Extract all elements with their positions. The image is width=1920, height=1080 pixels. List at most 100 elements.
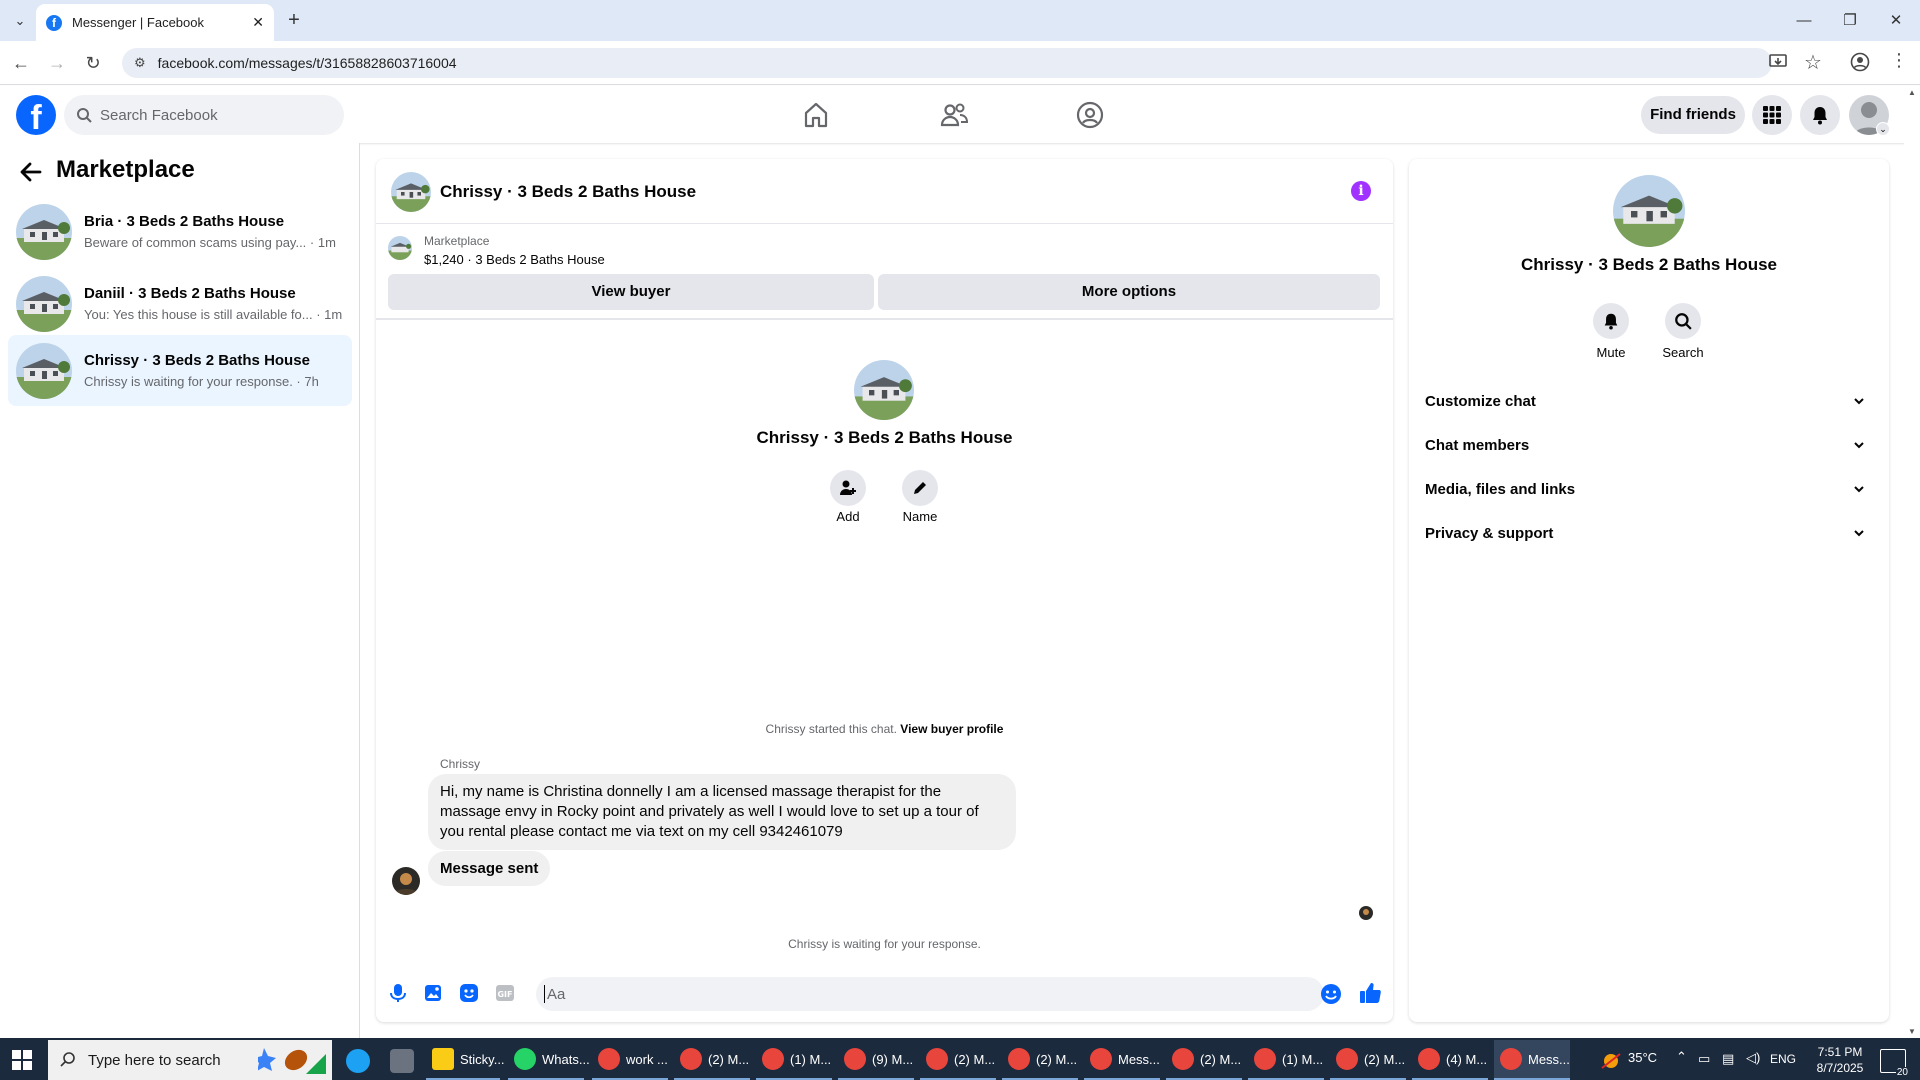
taskbar-clock[interactable]: 7:51 PM 8/7/2025: [1810, 1044, 1870, 1076]
incoming-message-bubble[interactable]: Hi, my name is Christina donnelly I am a…: [428, 774, 1016, 850]
search-highlight-icon: [258, 1044, 328, 1076]
new-tab-button[interactable]: +: [282, 9, 306, 33]
network-icon[interactable]: ▤: [1722, 1051, 1734, 1067]
close-window-icon[interactable]: ✕: [1884, 9, 1908, 33]
taskbar-item[interactable]: (2) M...: [674, 1040, 750, 1080]
show-hidden-icons-icon[interactable]: ⌃: [1676, 1049, 1687, 1065]
back-arrow-icon[interactable]: [18, 159, 44, 185]
chat-started-text: Chrissy started this chat.: [765, 722, 897, 736]
info-icon[interactable]: i: [1351, 181, 1371, 201]
notifications-center-icon[interactable]: 20: [1880, 1049, 1909, 1078]
restore-icon[interactable]: ❐: [1838, 9, 1862, 33]
chrome-icon: [1090, 1048, 1112, 1070]
close-tab-icon[interactable]: ✕: [252, 14, 264, 31]
friends-icon[interactable]: [938, 99, 970, 131]
view-buyer-button[interactable]: View buyer: [388, 274, 874, 310]
sender-avatar[interactable]: [392, 867, 420, 895]
notifications-bell-icon[interactable]: [1800, 95, 1840, 135]
facebook-search-input[interactable]: Search Facebook: [64, 95, 344, 135]
browser-tab[interactable]: f Messenger | Facebook ✕: [36, 4, 274, 41]
minimize-icon[interactable]: —: [1792, 9, 1816, 33]
volume-icon[interactable]: ◁): [1746, 1050, 1760, 1066]
facebook-logo-icon[interactable]: f: [16, 95, 56, 135]
bookmark-star-icon[interactable]: ☆: [1804, 50, 1822, 75]
menu-grid-icon[interactable]: [1752, 95, 1792, 135]
taskbar-item[interactable]: Mess...: [1084, 1040, 1160, 1080]
chrome-icon: [1418, 1048, 1440, 1070]
chrome-icon: [1254, 1048, 1276, 1070]
emoji-icon[interactable]: [1320, 983, 1342, 1005]
incoming-message-bubble[interactable]: Message sent: [428, 851, 551, 886]
chrome-icon: [680, 1048, 702, 1070]
scroll-down-arrow-icon[interactable]: ▼: [1904, 1027, 1920, 1036]
profile-icon[interactable]: [1850, 52, 1870, 72]
conversation-item-active[interactable]: Chrissy · 3 Beds 2 Baths House Chrissy i…: [8, 335, 352, 406]
taskbar-item[interactable]: (9) M...: [838, 1040, 914, 1080]
scroll-up-arrow-icon[interactable]: ▲: [1904, 88, 1920, 97]
language-indicator[interactable]: ENG: [1770, 1052, 1796, 1066]
app-icon[interactable]: [390, 1049, 414, 1073]
taskbar-item[interactable]: Whats...: [508, 1040, 590, 1080]
edge-browser-icon[interactable]: [346, 1049, 370, 1073]
find-friends-button[interactable]: Find friends: [1641, 96, 1745, 134]
taskbar-item[interactable]: (4) M...: [1412, 1040, 1488, 1080]
browser-menu-icon[interactable]: ⋮: [1890, 50, 1908, 71]
taskbar-item[interactable]: (1) M...: [1248, 1040, 1324, 1080]
edit-name-button[interactable]: [902, 470, 938, 506]
windows-start-icon[interactable]: [12, 1050, 32, 1070]
add-people-button[interactable]: [830, 470, 866, 506]
gif-icon[interactable]: GIF: [493, 981, 517, 1005]
taskbar-item[interactable]: work ...: [592, 1040, 668, 1080]
install-app-icon[interactable]: [1768, 52, 1788, 72]
reload-icon[interactable]: ↻: [80, 50, 106, 76]
taskbar-item-label: (2) M...: [954, 1051, 996, 1067]
taskbar-item[interactable]: Sticky...: [426, 1040, 505, 1080]
microphone-icon[interactable]: [386, 981, 410, 1005]
section-label: Customize chat: [1425, 392, 1536, 410]
chat-header-avatar[interactable]: [391, 172, 431, 212]
chevron-down-icon: [1853, 527, 1865, 539]
sticker-icon[interactable]: [457, 981, 481, 1005]
like-thumb-icon[interactable]: [1358, 981, 1382, 1005]
message-input[interactable]: Aa: [536, 977, 1324, 1011]
privacy-support-section[interactable]: Privacy & support: [1425, 515, 1873, 551]
listing-price-title[interactable]: $1,240 · 3 Beds 2 Baths House: [424, 252, 605, 267]
camera-icon[interactable]: ▭: [1698, 1051, 1710, 1067]
house-thumbnail: [16, 342, 72, 399]
chevron-down-icon: [1853, 439, 1865, 451]
media-files-links-section[interactable]: Media, files and links: [1425, 471, 1873, 507]
search-in-chat-button[interactable]: [1665, 303, 1701, 339]
taskbar-item[interactable]: (2) M...: [1166, 1040, 1242, 1080]
taskbar-item[interactable]: (2) M...: [920, 1040, 996, 1080]
taskbar-item[interactable]: (2) M...: [1002, 1040, 1078, 1080]
marketplace-title: Marketplace: [56, 156, 195, 183]
taskbar-search-box[interactable]: Type here to search: [48, 1040, 332, 1080]
conversation-item[interactable]: Bria · 3 Beds 2 Baths House Beware of co…: [8, 196, 352, 267]
forward-icon[interactable]: →: [44, 50, 70, 76]
customize-chat-section[interactable]: Customize chat: [1425, 383, 1873, 419]
photo-icon[interactable]: [421, 981, 445, 1005]
chat-members-section[interactable]: Chat members: [1425, 427, 1873, 463]
weather-icon[interactable]: [1600, 1050, 1622, 1072]
taskbar-item-label: (2) M...: [1200, 1051, 1242, 1067]
marketplace-label: Marketplace: [424, 234, 490, 248]
groups-icon[interactable]: [1074, 99, 1106, 131]
taskbar-item[interactable]: (2) M...: [1330, 1040, 1406, 1080]
taskbar-item[interactable]: (1) M...: [756, 1040, 832, 1080]
account-chevron-icon[interactable]: ⌄: [1876, 122, 1890, 136]
mute-button[interactable]: [1593, 303, 1629, 339]
temperature-text[interactable]: 35°C: [1628, 1050, 1657, 1065]
more-options-button[interactable]: More options: [878, 274, 1380, 310]
chat-title[interactable]: Chrissy · 3 Beds 2 Baths House: [440, 182, 696, 202]
back-icon[interactable]: ←: [8, 50, 34, 76]
home-icon[interactable]: [800, 99, 832, 131]
tab-search-button[interactable]: ⌄: [8, 10, 32, 34]
taskbar-item-active[interactable]: Mess...: [1494, 1040, 1570, 1080]
mute-label: Mute: [1596, 345, 1626, 360]
listing-thumbnail: [388, 236, 412, 260]
view-buyer-profile-link[interactable]: View buyer profile: [900, 722, 1003, 736]
site-info-icon[interactable]: ⚙: [134, 55, 146, 71]
address-bar[interactable]: ⚙ facebook.com/messages/t/31658828603716…: [122, 48, 1772, 78]
page-scrollbar[interactable]: ▲ ▼: [1904, 86, 1920, 1038]
conversation-item[interactable]: Daniil · 3 Beds 2 Baths House You: Yes t…: [8, 268, 352, 339]
